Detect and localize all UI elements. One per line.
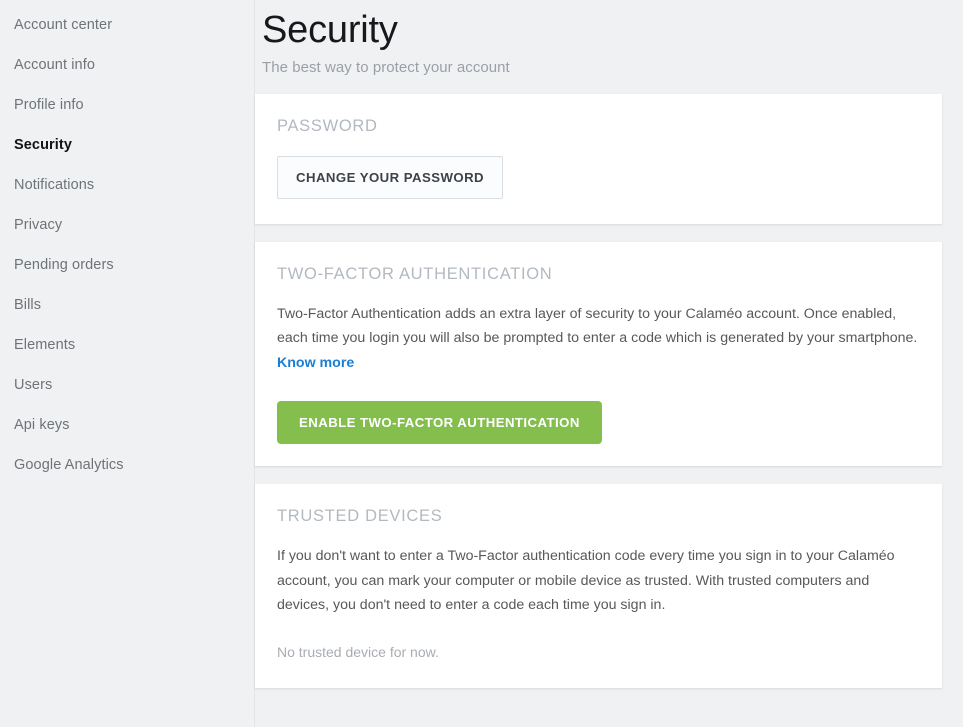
page-title: Security [262, 9, 398, 51]
sidebar-item-label: Profile info [14, 97, 84, 113]
sidebar-item-label: Account info [14, 57, 95, 73]
trusted-devices-empty-state: No trusted device for now. [277, 643, 439, 660]
page-header: Security The best way to protect your ac… [255, 0, 942, 76]
sidebar-item-account-center[interactable]: Account center [0, 5, 254, 45]
sidebar-item-label: Notifications [14, 177, 95, 193]
main-content: Security The best way to protect your ac… [255, 0, 963, 727]
sidebar-item-elements[interactable]: Elements [0, 325, 254, 365]
password-card-title: PASSWORD [277, 116, 378, 135]
sidebar-item-label: Users [14, 377, 53, 393]
sidebar-item-label: Account center [14, 17, 113, 33]
sidebar-item-label: Privacy [14, 217, 63, 233]
sidebar-item-label: Elements [14, 337, 76, 353]
sidebar-item-label: Pending orders [14, 257, 114, 273]
sidebar-item-privacy[interactable]: Privacy [0, 205, 254, 245]
settings-sidebar: Account center Account info Profile info… [0, 0, 255, 727]
sidebar-item-google-analytics[interactable]: Google Analytics [0, 445, 254, 485]
trusted-devices-description: If you don't want to enter a Two-Factor … [277, 548, 895, 614]
password-card: PASSWORD CHANGE YOUR PASSWORD [255, 93, 942, 224]
sidebar-item-label: Google Analytics [14, 457, 124, 473]
two-factor-card: TWO-FACTOR AUTHENTICATION Two-Factor Aut… [255, 241, 942, 467]
sidebar-item-label: Security [14, 137, 73, 153]
sidebar-item-label: Api keys [14, 417, 70, 433]
two-factor-card-title: TWO-FACTOR AUTHENTICATION [277, 264, 553, 283]
sidebar-item-users[interactable]: Users [0, 365, 254, 405]
change-password-button[interactable]: CHANGE YOUR PASSWORD [277, 155, 504, 199]
two-factor-description-text: Two-Factor Authentication adds an extra … [277, 305, 918, 347]
sidebar-item-account-info[interactable]: Account info [0, 45, 254, 85]
sidebar-item-security[interactable]: Security [0, 125, 254, 165]
trusted-devices-card-title: TRUSTED DEVICES [277, 507, 443, 526]
enable-two-factor-button[interactable]: ENABLE TWO-FACTOR AUTHENTICATION [277, 401, 602, 445]
sidebar-item-profile-info[interactable]: Profile info [0, 85, 254, 125]
know-more-link[interactable]: Know more [277, 355, 354, 371]
sidebar-item-notifications[interactable]: Notifications [0, 165, 254, 205]
sidebar-item-label: Bills [14, 297, 42, 313]
sidebar-item-pending-orders[interactable]: Pending orders [0, 245, 254, 285]
two-factor-description: Two-Factor Authentication adds an extra … [277, 302, 920, 376]
security-settings-page: Account center Account info Profile info… [0, 0, 963, 727]
sidebar-item-bills[interactable]: Bills [0, 285, 254, 325]
trusted-devices-card: TRUSTED DEVICES If you don't want to ent… [255, 484, 942, 688]
sidebar-item-api-keys[interactable]: Api keys [0, 405, 254, 445]
page-subtitle: The best way to protect your account [262, 58, 510, 76]
